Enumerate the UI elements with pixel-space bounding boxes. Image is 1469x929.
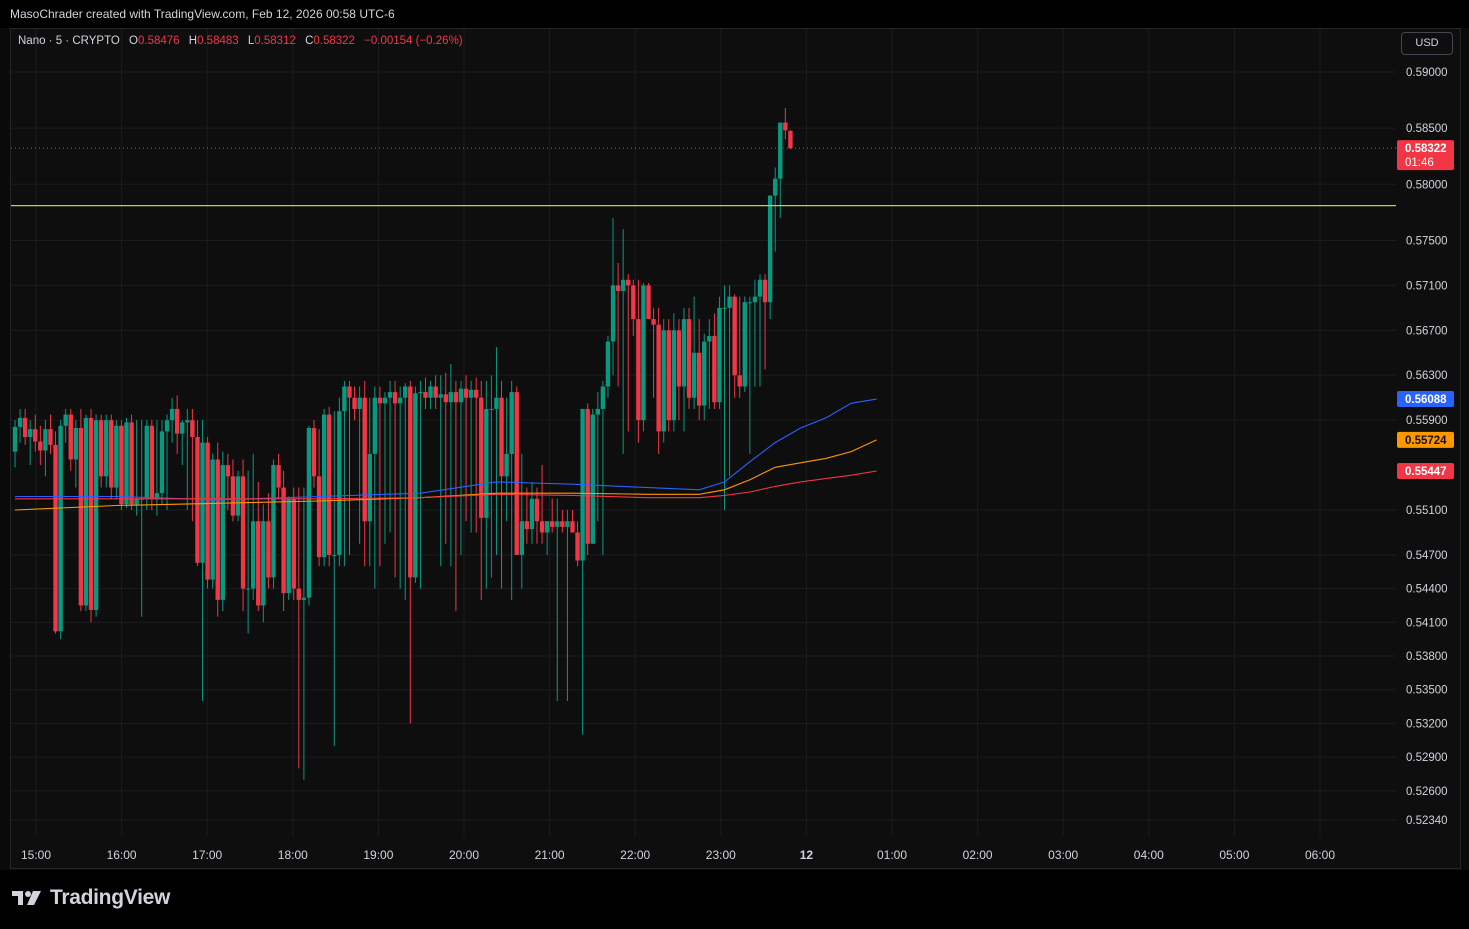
attribution-text: MasoChrader created with TradingView.com… [10,7,395,21]
low-value: 0.58312 [254,35,296,47]
change-value: −0.00154 (−0.26%) [364,35,463,47]
currency-button[interactable]: USD [1401,32,1453,55]
open-value: 0.58476 [138,35,180,47]
chart-pane[interactable] [10,28,1461,869]
tradingview-logo[interactable]: TradingView [12,886,170,910]
high-value: 0.58483 [197,35,239,47]
footer [0,870,1469,929]
tradingview-wordmark: TradingView [50,886,171,909]
close-value: 0.58322 [313,35,355,47]
ohlc-legend: Nano · 5 · CRYPTO O0.58476 H0.58483 L0.5… [18,35,463,47]
symbol-label[interactable]: Nano · 5 · CRYPTO [18,35,120,47]
tradingview-logo-icon [12,891,41,905]
open-label: O [129,35,138,47]
top-bar: MasoChrader created with TradingView.com… [0,0,1469,28]
high-label: H [188,35,198,47]
